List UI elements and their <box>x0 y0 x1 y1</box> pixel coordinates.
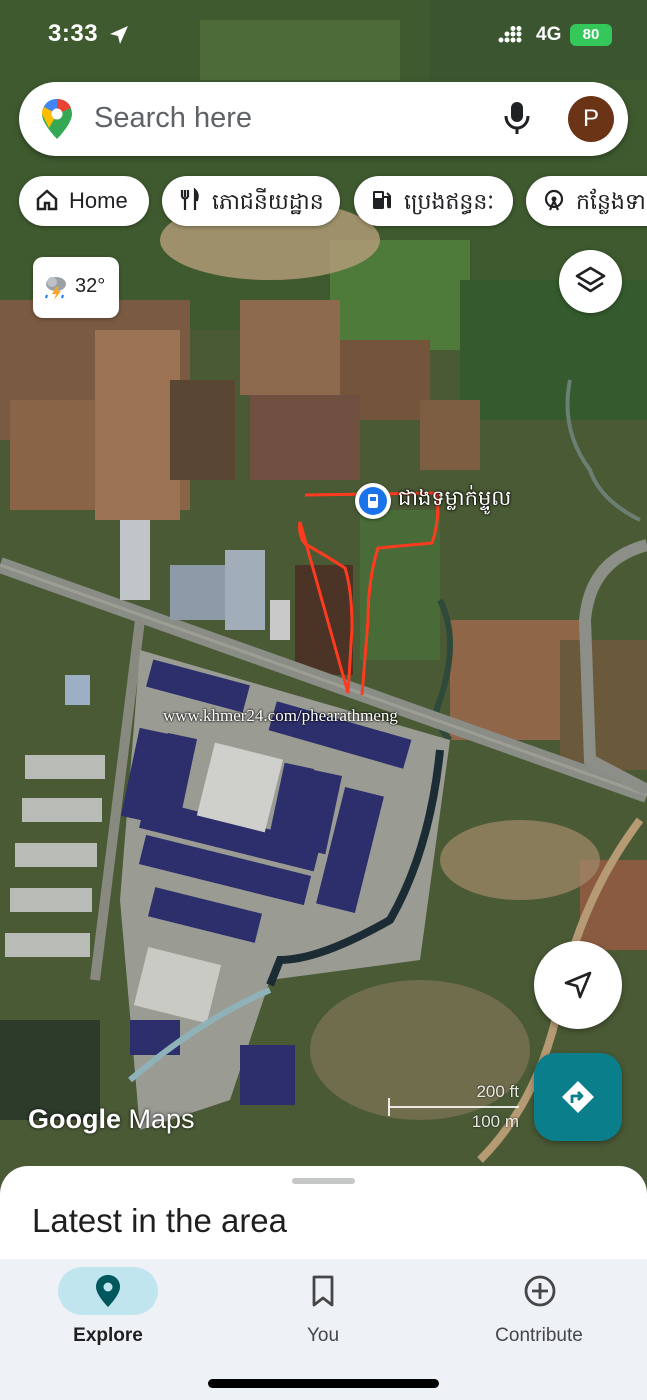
chip-restaurants-label: ភោជនីយដ្ឋាន <box>212 189 324 214</box>
google-maps-logo: Google Maps <box>28 1104 195 1135</box>
chip-attractions[interactable]: កន្លែងទាក់ទាញ <box>526 176 647 226</box>
bookmark-icon <box>312 1275 334 1307</box>
category-chips: Home ភោជនីយដ្ឋាន ប្រេងឥន្ធនៈ កន្លែងទាក់ទ… <box>0 176 647 226</box>
status-bar: 3:33 4G 80 <box>0 0 647 70</box>
chip-gas[interactable]: ប្រេងឥន្ធនៈ <box>354 176 513 226</box>
battery-indicator: 80 <box>570 24 612 46</box>
nav-contribute-label: Contribute <box>495 1325 583 1346</box>
microphone-icon[interactable] <box>503 100 531 136</box>
nav-explore[interactable]: Explore <box>18 1259 198 1359</box>
chip-home-label: Home <box>69 188 128 213</box>
nav-you-label: You <box>306 1325 340 1346</box>
place-marker-icon <box>359 487 387 515</box>
place-marker[interactable] <box>355 483 391 519</box>
logo-maps-text: Maps <box>128 1104 195 1134</box>
nav-explore-label: Explore <box>73 1325 143 1346</box>
add-circle-icon <box>524 1275 556 1307</box>
restaurant-icon <box>180 188 199 210</box>
attraction-icon <box>544 189 564 211</box>
location-services-icon <box>110 26 128 44</box>
chip-restaurants[interactable]: ភោជនីយដ្ឋាន <box>162 176 340 226</box>
profile-avatar[interactable]: P <box>568 96 614 142</box>
battery-level: 80 <box>582 26 600 43</box>
bottom-navigation: Explore You Contribute <box>0 1259 647 1400</box>
weather-widget[interactable]: 32° <box>33 257 119 318</box>
nav-you[interactable]: You <box>233 1259 413 1359</box>
watermark-text: www.khmer24.com/phearathmeng <box>163 706 398 725</box>
scale-meters: 100 m <box>471 1112 519 1131</box>
search-input[interactable]: Search here <box>94 102 252 135</box>
chip-attractions-label: កន្លែងទាក់ទាញ <box>576 189 647 214</box>
bottom-sheet[interactable]: Latest in the area <box>0 1166 647 1266</box>
layers-icon <box>575 266 606 293</box>
explore-pin-icon <box>96 1275 120 1307</box>
chip-gas-label: ប្រេងឥន្ធនៈ <box>404 189 495 214</box>
gas-station-icon <box>373 191 391 209</box>
directions-button[interactable] <box>534 1053 622 1141</box>
nav-contribute[interactable]: Contribute <box>449 1259 629 1359</box>
scale-feet: 200 ft <box>476 1082 519 1101</box>
weather-temperature: 32° <box>75 275 106 297</box>
thunderstorm-icon <box>45 277 66 300</box>
logo-google-text: Google <box>28 1104 121 1134</box>
search-bar[interactable]: Search here P <box>19 82 628 156</box>
network-type: 4G <box>536 24 562 45</box>
home-indicator[interactable] <box>208 1379 439 1388</box>
layers-button[interactable] <box>559 250 622 313</box>
status-time: 3:33 <box>48 20 99 47</box>
home-icon <box>36 189 58 211</box>
map-scale: 200 ft 100 m <box>388 1082 523 1132</box>
sheet-title: Latest in the area <box>32 1202 288 1239</box>
place-label[interactable]: ជាងទម្លាក់ម្ទូល <box>398 485 511 516</box>
sheet-drag-handle[interactable] <box>292 1178 355 1184</box>
navigation-arrow-icon <box>564 971 592 999</box>
signal-icon <box>498 26 522 43</box>
chip-home[interactable]: Home <box>19 176 149 226</box>
google-maps-pin-icon <box>42 99 72 139</box>
my-location-button[interactable] <box>534 941 622 1029</box>
directions-icon <box>562 1081 594 1113</box>
